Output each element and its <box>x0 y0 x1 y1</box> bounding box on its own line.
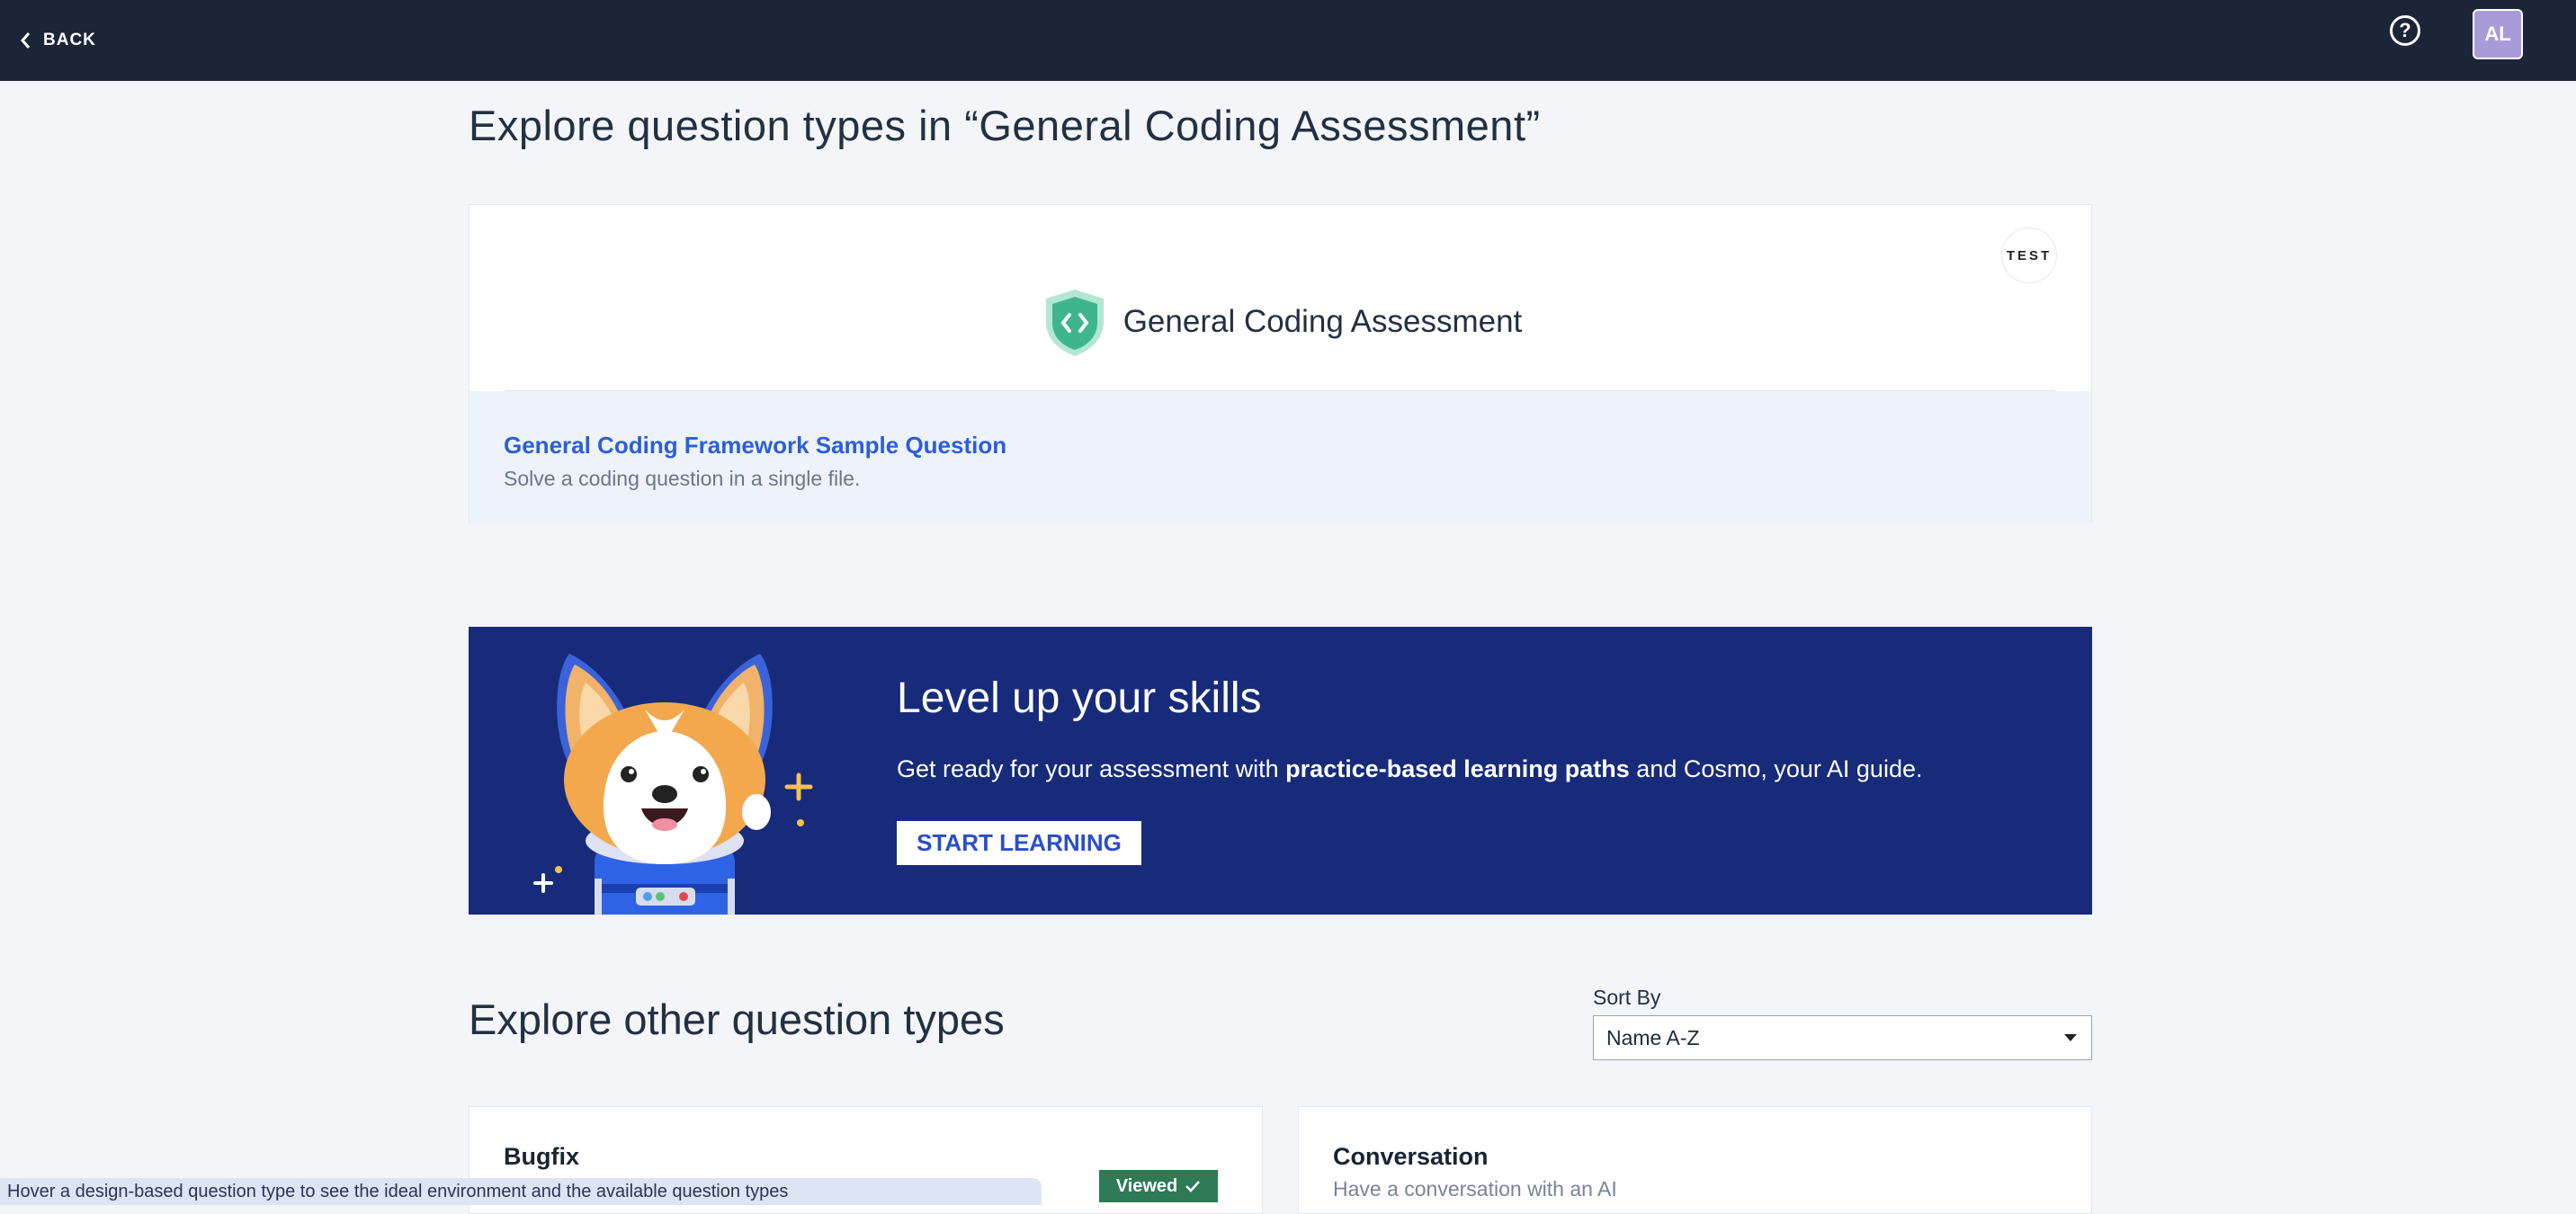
question-type-title: Bugfix <box>504 1143 579 1170</box>
top-navigation-bar: BACK ? AL <box>0 0 2576 81</box>
banner-text-highlight: practice-based learning paths <box>1285 755 1630 782</box>
start-learning-button[interactable]: START LEARNING <box>897 821 1141 865</box>
sort-by-label: Sort By <box>1593 986 1661 1009</box>
assessment-header: General Coding Assessment <box>470 286 2091 358</box>
banner-text-intro: Get ready for your assessment with <box>897 755 1286 782</box>
viewed-badge: Viewed <box>1099 1170 1218 1202</box>
question-type-card-conversation[interactable]: Conversation Have a conversation with an… <box>1298 1106 2092 1214</box>
user-avatar[interactable]: AL <box>2473 9 2523 59</box>
help-circle-icon[interactable]: ? <box>2390 15 2420 46</box>
assessment-name: General Coding Assessment <box>1123 304 1523 339</box>
sample-question-link[interactable]: General Coding Framework Sample Question <box>504 432 1006 460</box>
question-type-title: Conversation <box>1333 1143 1489 1170</box>
back-label: BACK <box>43 31 96 49</box>
banner-text: Get ready for your assessment with pract… <box>897 755 1922 783</box>
chevron-left-icon <box>21 32 31 49</box>
sort-by-value: Name A-Z <box>1606 1025 1700 1049</box>
sample-question-description: Solve a coding question in a single file… <box>504 467 861 490</box>
chevron-down-icon <box>2064 1034 2077 1041</box>
test-badge: TEST <box>2001 228 2057 283</box>
question-type-description: Have a conversation with an AI <box>1333 1177 1617 1201</box>
banner-text-outro: and Cosmo, your AI guide. <box>1629 755 1923 782</box>
viewed-label: Viewed <box>1115 1175 1178 1196</box>
sort-by-select[interactable]: Name A-Z <box>1593 1015 2092 1060</box>
sample-question-row[interactable]: General Coding Framework Sample Question… <box>470 391 2091 523</box>
section-title: Explore other question types <box>469 995 1005 1043</box>
corgi-mascot-icon <box>533 654 813 915</box>
hover-tooltip: Hover a design-based question type to se… <box>0 1178 1042 1205</box>
assessment-card: TEST General Coding Assessment General C… <box>469 204 2092 523</box>
code-shield-icon <box>1045 290 1104 356</box>
page-title: Explore question types in “General Codin… <box>469 102 1541 149</box>
learning-banner: Level up your skills Get ready for your … <box>469 627 2092 915</box>
banner-title: Level up your skills <box>897 674 1262 722</box>
check-icon <box>1185 1181 1201 1192</box>
back-button[interactable]: BACK <box>20 20 96 61</box>
